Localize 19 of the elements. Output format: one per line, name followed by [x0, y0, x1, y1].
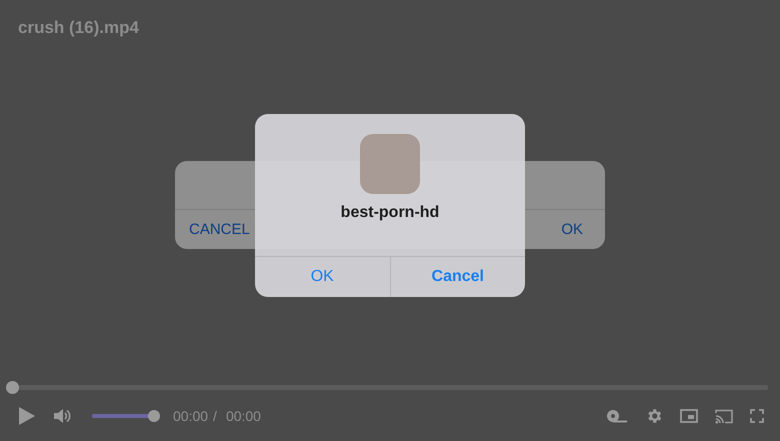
duration-time: 00:00 — [226, 408, 261, 424]
video-title: crush (16).mp4 — [18, 18, 139, 38]
ok-button[interactable]: OK — [255, 257, 390, 297]
progress-thumb[interactable] — [6, 381, 19, 394]
current-time: 00:00 — [173, 408, 208, 424]
photo-placeholder — [360, 134, 420, 194]
play-icon[interactable] — [18, 406, 36, 426]
cancel-button[interactable]: Cancel — [390, 257, 525, 297]
volume-icon[interactable] — [53, 408, 71, 424]
ok-button[interactable]: OK — [561, 221, 583, 238]
fullscreen-icon[interactable] — [750, 409, 764, 423]
volume-slider[interactable] — [92, 410, 160, 422]
picture-in-picture-icon[interactable] — [680, 409, 698, 423]
cast-icon[interactable] — [715, 408, 733, 424]
cassette-icon[interactable] — [606, 409, 628, 423]
dialog-title: best-porn-hd — [340, 204, 440, 222]
cancel-button[interactable]: CANCEL — [189, 221, 250, 238]
time-separator: / — [213, 408, 217, 424]
volume-thumb[interactable] — [148, 410, 160, 422]
